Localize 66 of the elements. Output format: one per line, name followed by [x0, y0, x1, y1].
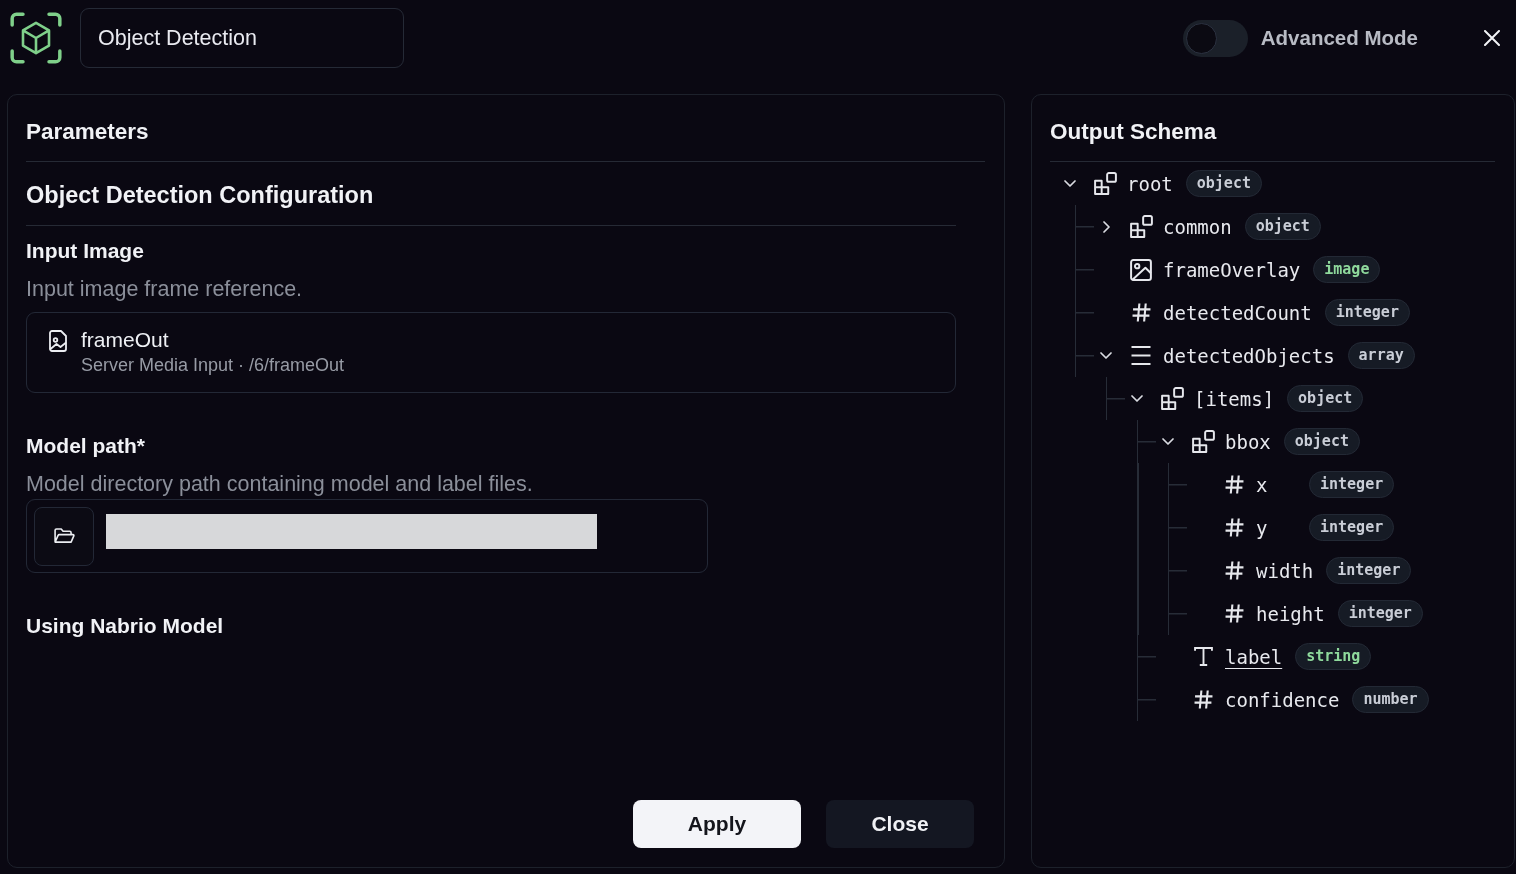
text-icon: [1193, 647, 1213, 666]
chevron-down-icon[interactable]: [1131, 395, 1143, 402]
field-name: [items]: [1194, 387, 1275, 410]
field-name: height: [1256, 602, 1325, 625]
type-tag: object: [1287, 385, 1364, 412]
close-icon[interactable]: [1484, 30, 1500, 46]
input-source-card[interactable]: frameOut Server Media Input · /6/frameOut: [26, 312, 956, 393]
panel-title: Output Schema: [1050, 118, 1218, 146]
folder-icon[interactable]: [53, 528, 75, 544]
field-name: frameOverlay: [1163, 258, 1301, 281]
source-name: frameOut: [81, 327, 170, 353]
type-tag: integer: [1337, 600, 1423, 627]
action-button[interactable]: Apply: [633, 800, 801, 848]
toggle-switch[interactable]: [1182, 19, 1248, 57]
hash-icon: [1224, 518, 1244, 537]
title-field[interactable]: Object Detection: [80, 8, 404, 68]
field-name: confidence: [1225, 688, 1340, 711]
chevron-down-icon[interactable]: [1162, 438, 1174, 445]
hash-icon: [1193, 690, 1213, 709]
cube-icon: [10, 12, 62, 64]
image-icon: [1130, 258, 1152, 281]
field-name: root: [1127, 172, 1173, 195]
field-name: detectedCount: [1163, 301, 1312, 324]
type-tag: string: [1295, 643, 1372, 670]
note-text: Using Nabrio Model: [26, 613, 224, 639]
chevron-down-icon[interactable]: [1064, 180, 1076, 187]
type-tag: object: [1283, 428, 1360, 455]
panel-title: Parameters: [26, 118, 150, 146]
type-tag: integer: [1309, 471, 1395, 498]
type-tag: number: [1352, 686, 1429, 713]
field-name: label: [1225, 645, 1283, 668]
chevron-right-icon[interactable]: [1102, 220, 1110, 233]
type-tag: object: [1244, 213, 1321, 240]
action-button[interactable]: Close: [826, 800, 974, 848]
field-name: detectedObjects: [1163, 344, 1335, 367]
source-detail: Server Media Input · /6/frameOut: [81, 354, 345, 377]
type-tag: object: [1185, 170, 1262, 197]
hash-icon: [1224, 604, 1244, 623]
type-tag: array: [1347, 342, 1415, 369]
field-name: bbox: [1225, 430, 1271, 453]
type-tag: integer: [1326, 557, 1412, 584]
section-title: Object Detection Configuration: [26, 181, 374, 210]
input-field[interactable]: [106, 513, 597, 549]
type-tag: integer: [1309, 514, 1395, 541]
blocks-icon: [1191, 430, 1215, 453]
folder-button[interactable]: [34, 506, 94, 566]
field-description: Input image frame reference.: [26, 276, 303, 302]
image-file-icon: [49, 330, 67, 352]
hash-icon: [1224, 475, 1244, 494]
toggle-label: Advanced Mode: [1260, 26, 1418, 50]
field-name: y: [1256, 516, 1269, 539]
blocks-icon: [1093, 172, 1117, 195]
chevron-down-icon[interactable]: [1100, 352, 1112, 359]
list-icon: [1130, 346, 1152, 365]
blocks-icon: [1160, 387, 1184, 410]
field-name: common: [1163, 215, 1232, 238]
type-tag: integer: [1324, 299, 1410, 326]
field-name: width: [1256, 559, 1314, 582]
hash-icon: [1224, 561, 1244, 580]
field-label: Input Image: [26, 238, 144, 264]
field-description: Model directory path containing model and label files.: [26, 471, 533, 497]
blocks-icon: [1129, 215, 1153, 238]
field-name: x: [1256, 473, 1269, 496]
field-label: Model path*: [26, 433, 145, 459]
hash-icon: [1131, 303, 1151, 322]
type-tag: image: [1313, 256, 1381, 283]
